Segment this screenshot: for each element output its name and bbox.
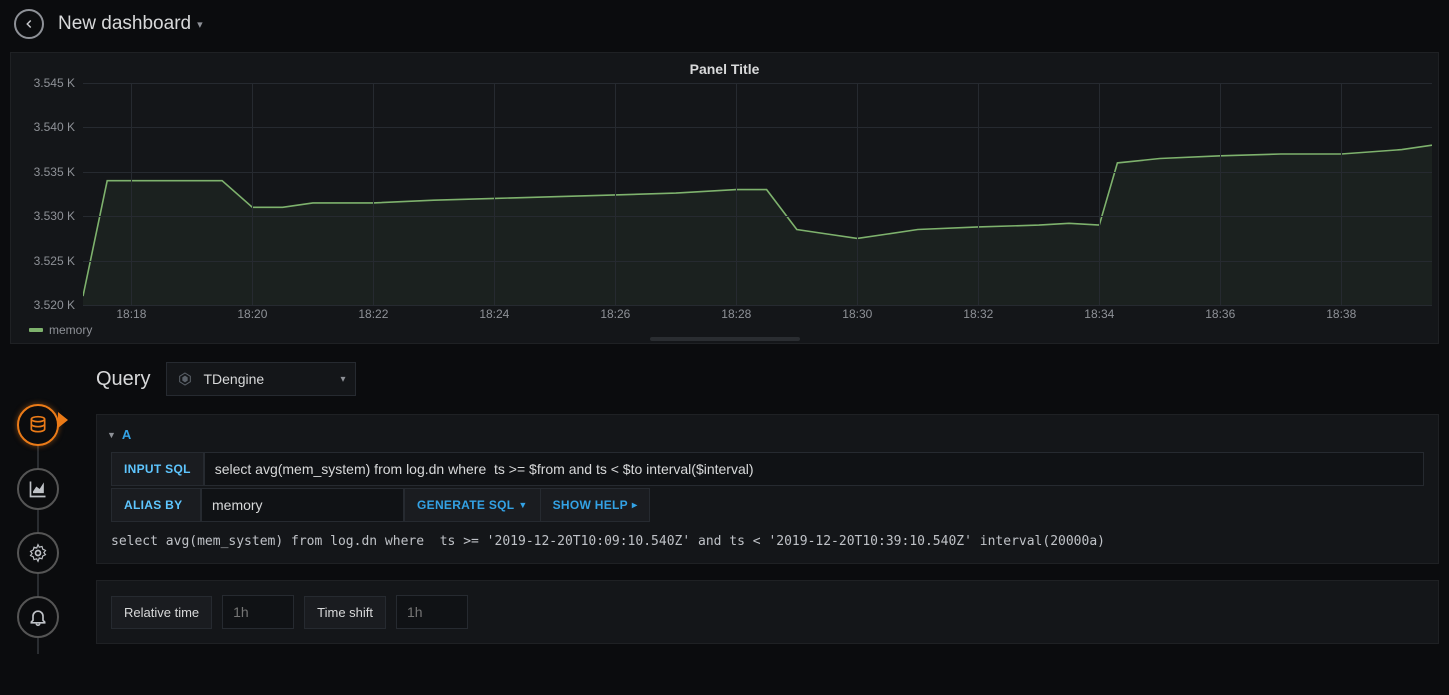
label-time-shift: Time shift (304, 596, 386, 629)
arrow-left-icon (22, 17, 36, 31)
database-icon (28, 415, 48, 435)
dashboard-title-dropdown[interactable]: New dashboard ▾ (58, 13, 203, 35)
tab-general-settings[interactable] (17, 532, 59, 574)
relative-time-input[interactable] (222, 595, 294, 629)
x-axis: 18:1818:2018:2218:2418:2618:2818:3018:32… (83, 307, 1432, 323)
chart-icon (28, 479, 48, 499)
tab-alert[interactable] (17, 596, 59, 638)
datasource-select[interactable]: TDengine ▾ (166, 362, 356, 396)
chart-plot[interactable] (83, 83, 1432, 305)
chart-line (83, 83, 1432, 305)
legend-swatch (29, 328, 43, 332)
input-sql-field[interactable] (204, 452, 1424, 486)
chevron-down-icon: ▾ (197, 18, 203, 31)
query-row-toggle[interactable]: ▼ A (97, 425, 1438, 452)
bell-icon (28, 607, 48, 627)
time-options: Relative time Time shift (96, 580, 1439, 644)
query-letter: A (122, 427, 131, 442)
chevron-down-icon: ▾ (340, 374, 345, 385)
label-input-sql: INPUT SQL (111, 452, 204, 486)
chevron-right-icon: ▸ (632, 500, 637, 511)
legend[interactable]: memory (29, 323, 92, 337)
back-button[interactable] (14, 9, 44, 39)
time-shift-input[interactable] (396, 595, 468, 629)
legend-label: memory (49, 323, 92, 337)
y-axis: 3.545 K3.540 K3.535 K3.530 K3.525 K3.520… (11, 83, 83, 305)
show-help-button[interactable]: SHOW HELP ▸ (541, 488, 651, 522)
editor-rail (0, 344, 76, 654)
alias-by-field[interactable] (201, 488, 404, 522)
query-section-title: Query (96, 368, 150, 391)
query-row-a: ▼ A INPUT SQL ALIAS BY GENERATE SQL ▼ S (96, 414, 1439, 564)
datasource-name: TDengine (203, 371, 264, 387)
resolved-sql: select avg(mem_system) from log.dn where… (97, 524, 1438, 549)
generate-sql-button[interactable]: GENERATE SQL ▼ (404, 488, 541, 522)
label-alias-by: ALIAS BY (111, 488, 201, 522)
panel-title: Panel Title (11, 61, 1438, 77)
active-tab-pointer (58, 412, 68, 428)
label-relative-time: Relative time (111, 596, 212, 629)
chevron-down-icon: ▼ (107, 430, 116, 440)
datasource-icon (177, 371, 193, 387)
gear-icon (28, 543, 48, 563)
tab-queries[interactable] (17, 404, 59, 446)
panel: Panel Title 3.545 K3.540 K3.535 K3.530 K… (10, 52, 1439, 344)
tab-visualization[interactable] (17, 468, 59, 510)
chevron-down-icon: ▼ (518, 500, 527, 510)
dashboard-title: New dashboard (58, 13, 191, 35)
panel-resize-handle[interactable] (650, 337, 800, 341)
